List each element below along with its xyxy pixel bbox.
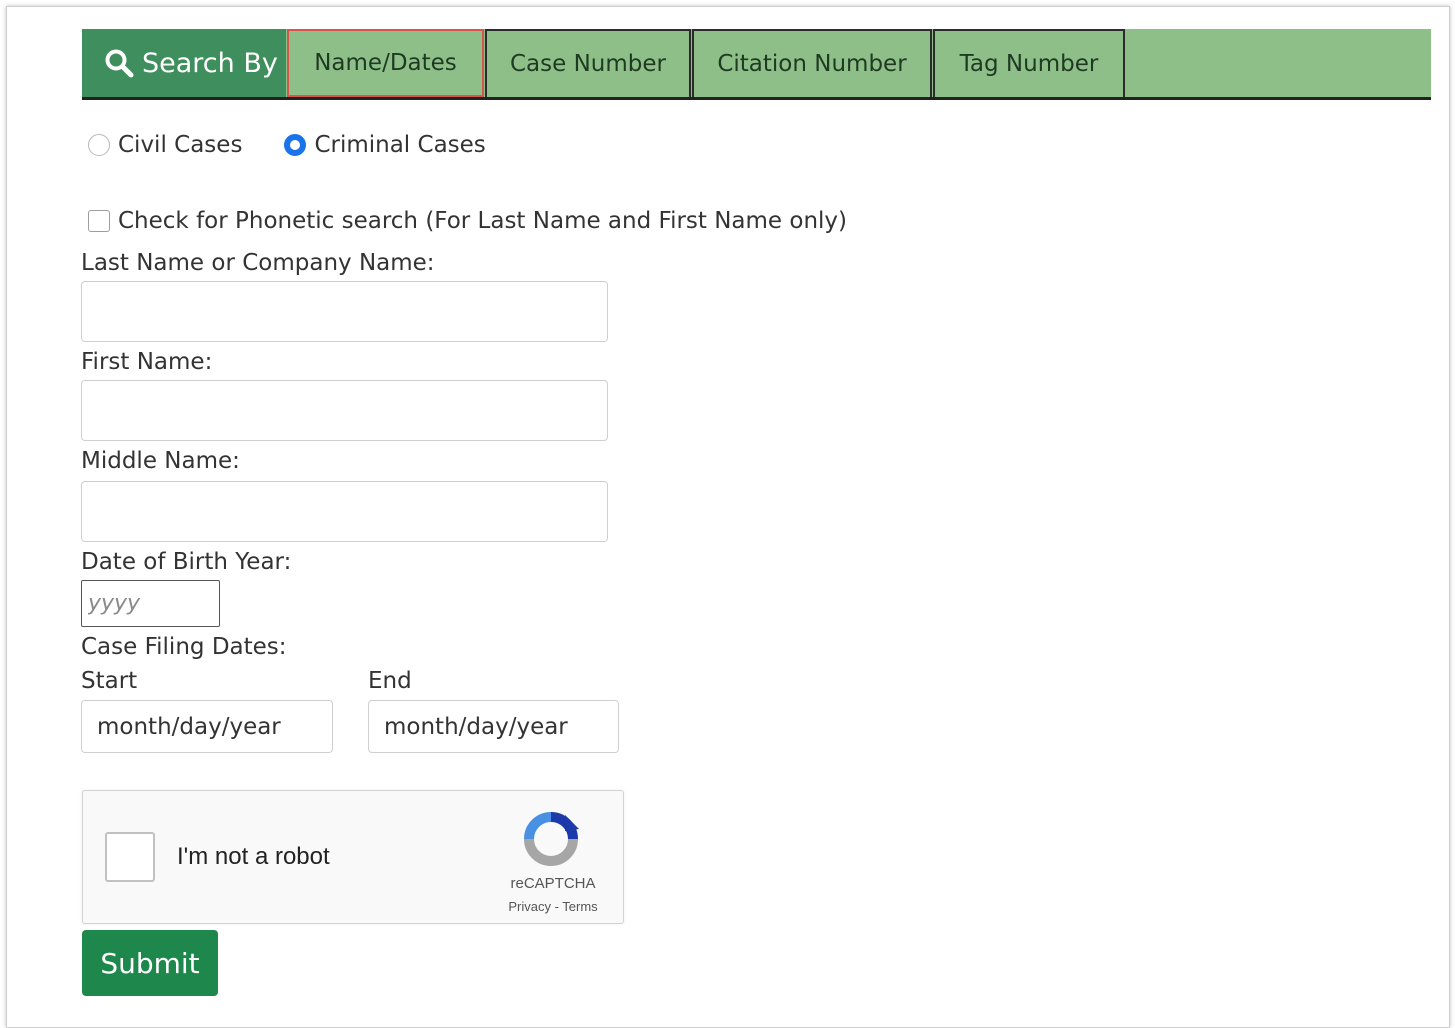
last-name-label: Last Name or Company Name: bbox=[81, 250, 435, 276]
end-date-placeholder: month/day/year bbox=[384, 713, 568, 740]
end-date-label: End bbox=[368, 668, 412, 694]
first-name-input[interactable] bbox=[81, 380, 608, 441]
search-by-label: Search By bbox=[142, 47, 278, 79]
criminal-cases-label[interactable]: Criminal Cases bbox=[314, 132, 485, 158]
recaptcha-label: I'm not a robot bbox=[177, 843, 330, 870]
recaptcha-logo-icon bbox=[524, 812, 579, 866]
recaptcha-privacy-link[interactable]: Privacy bbox=[508, 899, 551, 914]
submit-button[interactable]: Submit bbox=[82, 930, 218, 996]
tab-label: Citation Number bbox=[717, 51, 907, 77]
last-name-input[interactable] bbox=[81, 281, 608, 342]
tab-tag-number[interactable]: Tag Number bbox=[933, 29, 1125, 97]
search-icon bbox=[105, 49, 134, 78]
first-name-label: First Name: bbox=[81, 349, 213, 375]
start-date-label: Start bbox=[81, 668, 138, 694]
recaptcha-brand: reCAPTCHA bbox=[510, 875, 596, 892]
tab-case-number[interactable]: Case Number bbox=[485, 29, 691, 97]
start-date-input[interactable]: month/day/year bbox=[81, 700, 333, 753]
criminal-cases-radio[interactable] bbox=[284, 134, 307, 156]
phonetic-search-label[interactable]: Check for Phonetic search (For Last Name… bbox=[118, 208, 847, 234]
dob-year-input[interactable] bbox=[81, 580, 220, 627]
civil-cases-label[interactable]: Civil Cases bbox=[118, 132, 242, 158]
recaptcha-widget: I'm not a robot reCAPTCHA Privacy - Term… bbox=[82, 790, 624, 924]
middle-name-label: Middle Name: bbox=[81, 448, 240, 474]
recaptcha-terms-link[interactable]: Terms bbox=[562, 899, 597, 914]
end-date-input[interactable]: month/day/year bbox=[368, 700, 619, 753]
search-by-header: Search By bbox=[82, 29, 286, 97]
case-type-radio-group: Civil Cases Criminal Cases bbox=[88, 132, 486, 158]
dob-year-label: Date of Birth Year: bbox=[81, 549, 292, 575]
tab-label: Case Number bbox=[510, 51, 666, 77]
tab-label: Name/Dates bbox=[314, 50, 457, 76]
recaptcha-link-separator: - bbox=[550, 899, 563, 914]
recaptcha-links: Privacy - Terms bbox=[491, 899, 615, 914]
tab-name-dates[interactable]: Name/Dates bbox=[287, 29, 484, 97]
search-tab-bar: Search By Name/Dates Case Number Citatio… bbox=[82, 29, 1431, 100]
start-date-placeholder: month/day/year bbox=[97, 713, 281, 740]
tab-citation-number[interactable]: Citation Number bbox=[692, 29, 932, 97]
tab-label: Tag Number bbox=[959, 51, 1099, 77]
civil-cases-radio[interactable] bbox=[88, 134, 110, 156]
recaptcha-checkbox[interactable] bbox=[105, 832, 155, 882]
phonetic-search-checkbox[interactable] bbox=[88, 210, 110, 232]
case-filing-dates-label: Case Filing Dates: bbox=[81, 634, 287, 660]
middle-name-input[interactable] bbox=[81, 481, 608, 542]
phonetic-search-row: Check for Phonetic search (For Last Name… bbox=[88, 208, 847, 234]
